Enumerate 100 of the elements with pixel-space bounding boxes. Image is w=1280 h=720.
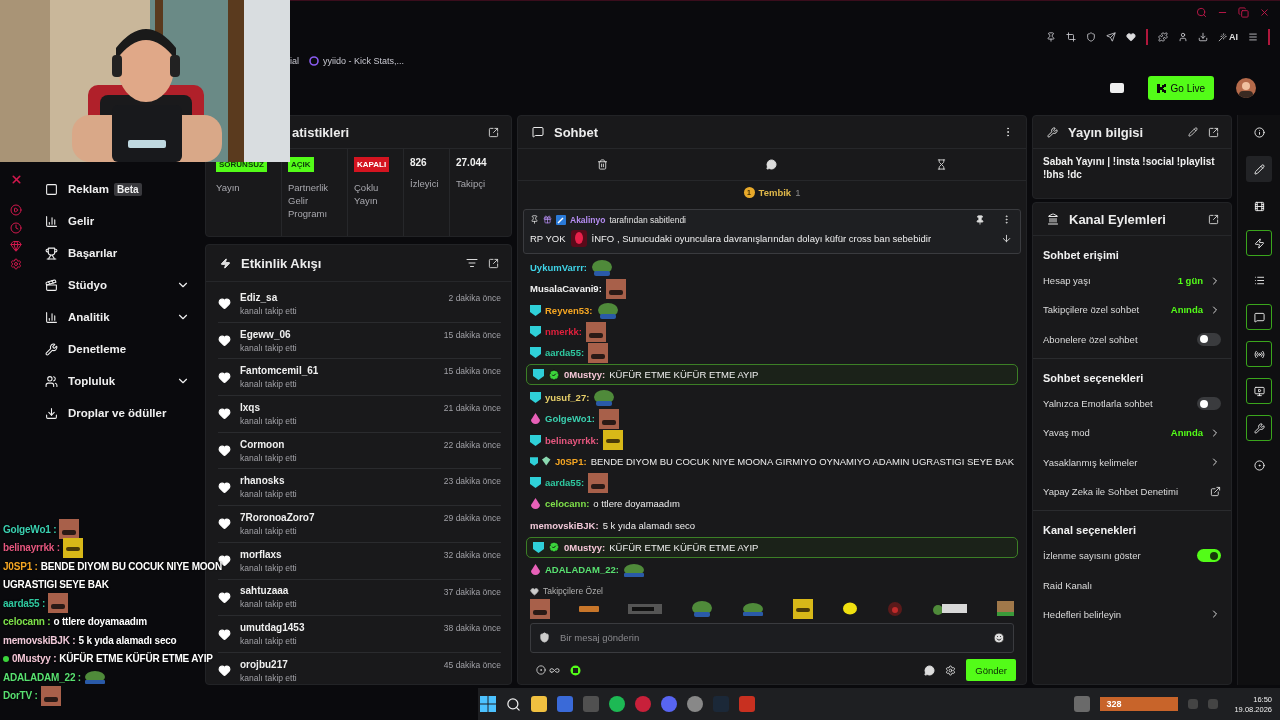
emote-icon (605, 278, 626, 299)
film-icon (1253, 200, 1265, 212)
event-time: 2 dakika önce (448, 293, 501, 303)
sidebar-item[interactable]: Reklam Beta (32, 173, 190, 205)
event-action: kanalı takip etti (240, 672, 298, 683)
puzzle-icon[interactable] (1158, 32, 1168, 42)
pencil-button[interactable] (1246, 156, 1272, 182)
message-input[interactable]: Bir mesaj gönderin (558, 631, 985, 645)
broadcast-button[interactable] (1246, 341, 1272, 367)
play-icon[interactable] (10, 204, 22, 216)
popout-button[interactable] (488, 257, 499, 269)
event-time: 29 dakika önce (443, 513, 501, 524)
shield-badge-icon (533, 541, 544, 553)
popout-button[interactable] (488, 126, 499, 138)
message-field[interactable]: Bir mesaj gönderin (530, 622, 1014, 653)
bolt-button[interactable] (1246, 230, 1272, 256)
timer-button[interactable] (935, 159, 947, 170)
heart-icon (218, 627, 231, 641)
chat-text: o ttlere doyamaadım (593, 498, 680, 510)
emote-icon (628, 603, 662, 614)
heart-icon (218, 334, 231, 348)
menu-icon[interactable] (1248, 32, 1258, 42)
stream-title: Sabah Yayını | !insta !social !playlist !bhs !dc (1042, 155, 1216, 182)
status-tag: AÇIK (288, 157, 314, 172)
sidebar-item[interactable]: Denetleme (32, 333, 190, 365)
emote-icon (83, 670, 106, 685)
chat-text: KÜFÜR ETME KÜFÜR ETME AYIP (609, 369, 759, 381)
hourglass-icon (935, 159, 947, 170)
filter-icon (466, 257, 478, 269)
app-icon[interactable] (661, 696, 677, 712)
expand-button[interactable] (1001, 233, 1012, 244)
emote-icon (585, 321, 606, 342)
sidebar-item[interactable]: Analitik (32, 301, 190, 333)
app-icon[interactable] (635, 696, 651, 712)
sidebar-item[interactable]: Droplar ve ödüller (32, 397, 190, 429)
sidebar-item[interactable]: Başarılar (32, 237, 190, 269)
external-link-button[interactable] (1210, 485, 1221, 497)
search-icon[interactable] (506, 696, 521, 712)
delete-button[interactable] (597, 159, 609, 170)
x-icon[interactable] (9, 173, 23, 186)
overlay-username: GolgeWo1 : (3, 523, 57, 535)
bookmark[interactable]: ial (290, 56, 299, 66)
toggle-switch[interactable] (1197, 397, 1221, 411)
shield-icon[interactable] (1086, 32, 1096, 42)
event-action: kanalı takip etti (240, 489, 298, 500)
app-icon[interactable] (1074, 696, 1091, 712)
send-button[interactable]: Gönder (966, 659, 1016, 682)
drop-badge-icon (530, 498, 541, 510)
trophy-icon (45, 246, 58, 260)
app-icon[interactable] (687, 696, 703, 712)
drop-badge-icon (530, 564, 541, 576)
emote-icon (48, 593, 69, 614)
event-action: kanalı takip etti (240, 305, 298, 316)
avatar[interactable] (1236, 78, 1256, 98)
list-icon (1253, 274, 1265, 286)
chat-username: belinayrrkk: (545, 434, 599, 446)
clock-icon[interactable] (10, 222, 22, 234)
setting-value: Anında (1170, 304, 1203, 316)
download-icon[interactable] (1198, 32, 1208, 42)
event-action: kanalı takip etti (240, 525, 298, 536)
sidebar-item[interactable]: Topluluk (32, 365, 190, 397)
overlay-username: ADALADAM_22 : (3, 671, 81, 683)
toggle-switch[interactable] (1197, 332, 1221, 346)
monitor-button[interactable] (1246, 378, 1272, 404)
user-icon[interactable] (1178, 32, 1188, 42)
sidebar-item[interactable]: Gelir (32, 205, 190, 237)
gem-icon[interactable] (10, 240, 22, 252)
settings-icon[interactable] (10, 258, 22, 270)
send-icon[interactable] (1106, 32, 1116, 42)
bookmark[interactable]: yyiido - Kick Stats,... (309, 56, 405, 66)
ai-button[interactable]: AI (1218, 32, 1238, 42)
windows-icon[interactable] (480, 696, 496, 712)
unpin-button[interactable] (975, 214, 985, 225)
chat-username: nmerkk: (545, 326, 582, 338)
emote-icon (588, 342, 609, 363)
popout-button[interactable] (1208, 126, 1219, 138)
setting-label: Abonelere özel sohbet (1043, 333, 1139, 345)
bolt-icon (220, 257, 231, 269)
broadcast-icon (1253, 348, 1265, 360)
chat-button[interactable] (1246, 304, 1272, 330)
pin-icon[interactable] (1046, 32, 1056, 42)
settings-button[interactable] (945, 664, 957, 676)
heart-icon[interactable] (1126, 32, 1136, 42)
app-icon[interactable] (609, 696, 625, 712)
wrench-button[interactable] (1246, 415, 1272, 441)
close-icon[interactable] (1259, 6, 1270, 18)
section-title: Sohbet seçenekleri (1043, 370, 1145, 386)
sidebar-item[interactable]: Stüdyo (32, 269, 190, 301)
toggle-switch[interactable] (1197, 549, 1221, 563)
setting-label: Yavaş mod (1043, 427, 1091, 439)
event-time: 21 dakika önce (443, 403, 501, 414)
go-live-button[interactable]: Go Live (1147, 76, 1214, 100)
event-time: 45 dakika önce (443, 659, 501, 670)
moderator-badge-icon (556, 214, 566, 225)
points-button[interactable] (536, 664, 560, 676)
edit-button[interactable] (1188, 127, 1198, 137)
filter-button[interactable] (466, 257, 478, 269)
popout-button[interactable] (1208, 213, 1219, 225)
chart-icon (45, 214, 58, 228)
crop-icon[interactable] (1066, 32, 1076, 42)
